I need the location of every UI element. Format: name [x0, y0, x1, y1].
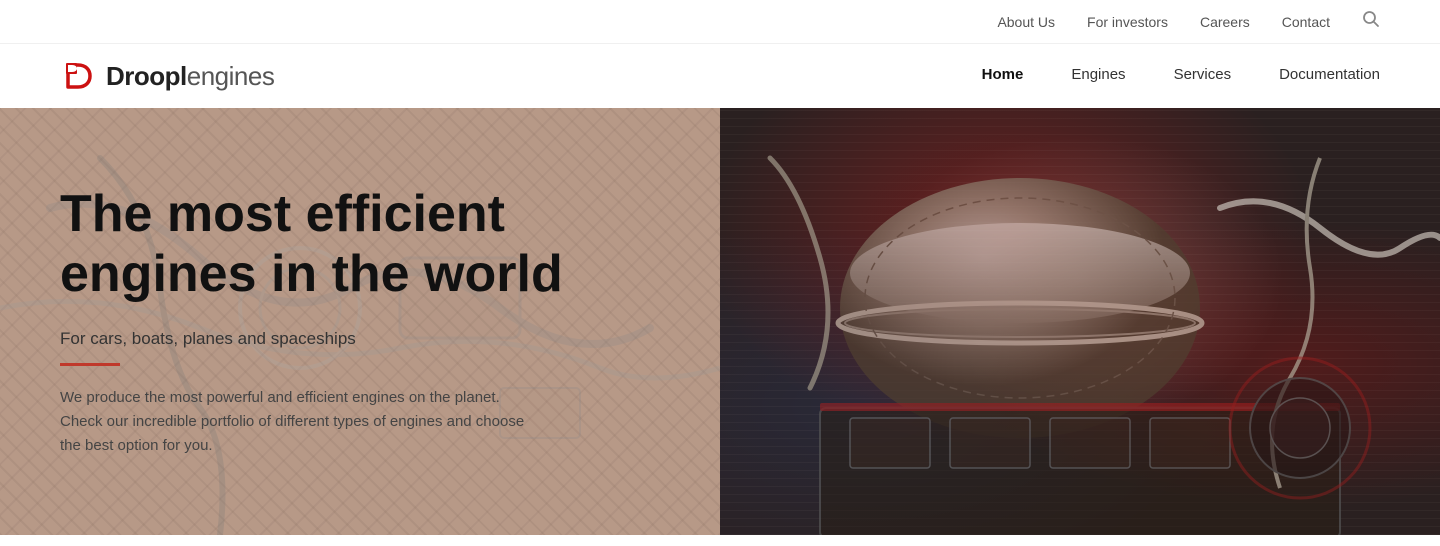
nav-home[interactable]: Home: [982, 66, 1024, 87]
hero-content: The most efficient engines in the world …: [0, 108, 720, 535]
search-icon[interactable]: [1362, 10, 1380, 33]
main-nav: Home Engines Services Documentation: [982, 66, 1380, 87]
site-header: About Us For investors Careers Contact: [0, 0, 1440, 108]
main-nav-bar: Drooplengines Home Engines Services Docu…: [0, 44, 1440, 108]
hero-divider: [60, 363, 120, 366]
logo-icon: [60, 57, 98, 95]
investors-link[interactable]: For investors: [1087, 14, 1168, 30]
about-us-link[interactable]: About Us: [997, 14, 1055, 30]
logo[interactable]: Drooplengines: [60, 57, 274, 95]
careers-link[interactable]: Careers: [1200, 14, 1250, 30]
nav-services[interactable]: Services: [1174, 66, 1232, 87]
nav-documentation[interactable]: Documentation: [1279, 66, 1380, 87]
hero-section: The most efficient engines in the world …: [0, 108, 1440, 535]
hero-description: We produce the most powerful and efficie…: [60, 386, 540, 458]
top-bar: About Us For investors Careers Contact: [0, 0, 1440, 44]
engine-detail-svg-right: [720, 108, 1440, 535]
logo-text: Drooplengines: [106, 61, 274, 92]
hero-heading: The most efficient engines in the world: [60, 185, 580, 305]
hero-background-right: [720, 108, 1440, 535]
contact-link[interactable]: Contact: [1282, 14, 1330, 30]
hero-subheading: For cars, boats, planes and spaceships: [60, 329, 660, 349]
nav-engines[interactable]: Engines: [1071, 66, 1125, 87]
